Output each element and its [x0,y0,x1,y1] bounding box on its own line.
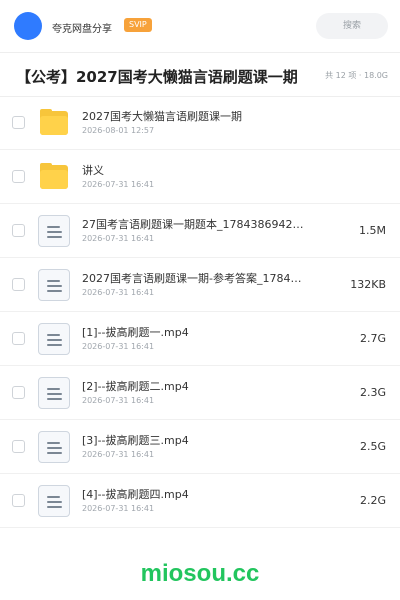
document-icon [38,485,70,517]
document-icon [38,215,70,247]
folder-icon [38,161,70,193]
file-size: 2.5G [359,440,386,453]
select-checkbox[interactable] [12,494,25,507]
file-size: 1.5M [359,224,386,237]
file-name: 2027国考大懒猫言语刷题课一期 [82,110,242,123]
search-input[interactable]: 搜索 [316,13,388,39]
select-checkbox[interactable] [12,116,25,129]
document-icon [38,269,70,301]
top-bar: 夸克网盘分享 SVIP 搜索 [0,0,400,52]
svip-badge: SVIP [124,18,152,32]
select-checkbox[interactable] [12,386,25,399]
avatar[interactable] [14,12,42,40]
file-date: 2026-08-01 12:57 [82,126,155,135]
file-list: 2027国考大懒猫言语刷题课一期 2026-08-01 12:57 讲义 202… [0,96,400,528]
file-size: 2.2G [359,494,386,507]
share-owner-name: 夸克网盘分享 [52,24,112,35]
folder-icon [38,107,70,139]
file-name: 27国考言语刷题课一期题本_17843869422… [82,218,308,231]
list-item[interactable]: [3]--拔高刷题三.mp4 2026-07-31 16:41 2.5G [0,420,400,474]
select-checkbox[interactable] [12,278,25,291]
select-checkbox[interactable] [12,170,25,183]
select-checkbox[interactable] [12,332,25,345]
file-name: 讲义 [82,164,104,177]
watermark: miosou.cc [140,560,260,587]
file-date: 2026-07-31 16:41 [82,504,155,513]
list-item[interactable]: 2027国考大懒猫言语刷题课一期 2026-08-01 12:57 [0,96,400,150]
file-name: [2]--拔高刷题二.mp4 [82,380,189,393]
select-checkbox[interactable] [12,224,25,237]
list-item[interactable]: 讲义 2026-07-31 16:41 [0,150,400,204]
file-date: 2026-07-31 16:41 [82,288,155,297]
file-date: 2026-07-31 16:41 [82,234,155,243]
folder-meta: 共 12 项 · 18.0G [325,71,388,80]
file-name: [3]--拔高刷题三.mp4 [82,434,189,447]
file-date: 2026-07-31 16:41 [82,396,155,405]
file-size: 2.7G [359,332,386,345]
file-name: 2027国考言语刷题课一期-参考答案_178438… [82,272,308,285]
file-size: 132KB [350,278,386,291]
file-size: 2.3G [359,386,386,399]
select-checkbox[interactable] [12,440,25,453]
file-date: 2026-07-31 16:41 [82,180,155,189]
document-icon [38,323,70,355]
file-name: [1]--拔高刷题一.mp4 [82,326,189,339]
document-icon [38,377,70,409]
file-date: 2026-07-31 16:41 [82,342,155,351]
file-name: [4]--拔高刷题四.mp4 [82,488,189,501]
list-item[interactable]: [2]--拔高刷题二.mp4 2026-07-31 16:41 2.3G [0,366,400,420]
page-title: 【公考】2027国考大懒猫言语刷题课一期 [16,68,298,86]
list-item[interactable]: [1]--拔高刷题一.mp4 2026-07-31 16:41 2.7G [0,312,400,366]
file-date: 2026-07-31 16:41 [82,450,155,459]
divider [0,52,400,53]
list-item[interactable]: [4]--拔高刷题四.mp4 2026-07-31 16:41 2.2G [0,474,400,528]
document-icon [38,431,70,463]
list-item[interactable]: 2027国考言语刷题课一期-参考答案_178438… 2026-07-31 16… [0,258,400,312]
list-item[interactable]: 27国考言语刷题课一期题本_17843869422… 2026-07-31 16… [0,204,400,258]
